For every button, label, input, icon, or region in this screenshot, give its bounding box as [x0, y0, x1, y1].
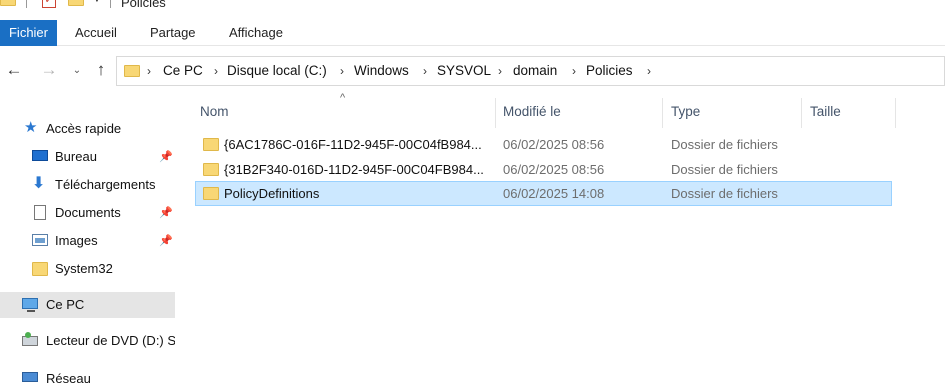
file-modified: 06/02/2025 08:56 — [503, 162, 605, 177]
document-icon — [34, 205, 46, 220]
sidebar-item-label: Accès rapide — [46, 121, 122, 136]
sidebar-item-label: Lecteur de DVD (D:) S — [46, 333, 175, 348]
file-list: ^ Nom Modifié le Type Taille {6AC1786C-0… — [190, 92, 945, 390]
window-title: Policies — [121, 0, 166, 10]
column-header-modifie-le[interactable]: Modifié le — [493, 98, 660, 128]
sidebar-item-label: System32 — [55, 261, 113, 276]
breadcrumb-ce-pc[interactable]: Ce PC — [163, 57, 203, 85]
tab-affichage[interactable]: Affichage — [221, 20, 291, 46]
chevron-right-icon[interactable]: › — [572, 57, 576, 85]
network-icon — [22, 372, 38, 382]
file-modified: 06/02/2025 14:08 — [503, 186, 605, 201]
download-icon: ⬇ — [32, 175, 46, 192]
pin-icon[interactable]: 📌 — [159, 228, 173, 254]
sidebar-item-label: Bureau — [55, 149, 97, 164]
column-header-taille[interactable]: Taille — [800, 98, 894, 128]
table-row[interactable]: {6AC1786C-016F-11D2-945F-00C04fB984... 0… — [195, 132, 892, 157]
chevron-right-icon[interactable]: › — [340, 57, 344, 85]
chevron-right-icon[interactable]: › — [423, 57, 427, 85]
arrow-left-icon[interactable]: ← — [4, 60, 24, 80]
sidebar-item-ce-pc[interactable]: Ce PC — [0, 292, 175, 318]
file-name: PolicyDefinitions — [224, 186, 320, 201]
pin-icon[interactable]: 📌 — [159, 144, 173, 170]
dropdown-arrow-icon[interactable]: ▼ — [92, 0, 102, 5]
desktop-icon — [32, 150, 48, 161]
arrow-right-icon[interactable]: → — [39, 60, 59, 80]
sidebar-item-documents[interactable]: Documents 📌 — [0, 200, 175, 226]
pin-icon[interactable]: 📌 — [159, 200, 173, 226]
sidebar-item-label: Documents — [55, 205, 121, 220]
sidebar-item-images[interactable]: Images 📌 — [0, 228, 175, 254]
breadcrumb-domain[interactable]: domain — [513, 57, 557, 85]
ribbon-tabs: Fichier Accueil Partage Affichage — [0, 20, 945, 46]
table-row[interactable]: PolicyDefinitions 06/02/2025 14:08 Dossi… — [195, 181, 892, 206]
file-name: {6AC1786C-016F-11D2-945F-00C04fB984... — [224, 137, 482, 152]
table-row[interactable]: {31B2F340-016D-11D2-945F-00C04FB984... 0… — [195, 157, 892, 182]
dvd-drive-icon — [22, 332, 38, 346]
folder-icon — [203, 187, 219, 200]
title-bar: ✓ ▼ Policies — [0, 0, 945, 18]
sidebar-item-acces-rapide[interactable]: ★ Accès rapide — [0, 116, 175, 142]
column-divider[interactable] — [895, 98, 896, 128]
column-header-type[interactable]: Type — [661, 98, 801, 128]
column-header-nom[interactable]: Nom — [190, 98, 495, 128]
chevron-down-icon[interactable]: ⌄ — [67, 65, 87, 76]
chevron-right-icon[interactable]: › — [214, 57, 218, 85]
file-name: {31B2F340-016D-11D2-945F-00C04FB984... — [224, 162, 484, 177]
tab-fichier[interactable]: Fichier — [0, 20, 57, 46]
folder-icon — [32, 262, 48, 276]
breadcrumb-sysvol[interactable]: SYSVOL — [437, 57, 491, 85]
chevron-right-icon[interactable]: › — [647, 57, 651, 85]
toolbar-separator — [110, 0, 111, 8]
sidebar-item-label: Ce PC — [46, 297, 85, 312]
folder-icon[interactable] — [0, 0, 16, 6]
folder-icon[interactable] — [68, 0, 84, 6]
chevron-right-icon[interactable]: › — [498, 57, 502, 85]
tab-partage[interactable]: Partage — [142, 20, 204, 46]
address-bar[interactable]: › Ce PC › Disque local (C:) › Windows › … — [116, 56, 945, 86]
navigation-row: ← → ⌄ ↑ › Ce PC › Disque local (C:) › Wi… — [0, 52, 945, 92]
folder-icon — [203, 163, 219, 176]
file-type: Dossier de fichiers — [671, 162, 778, 177]
breadcrumb-windows[interactable]: Windows — [354, 57, 409, 85]
sidebar-item-label: Réseau — [46, 371, 91, 386]
computer-icon — [22, 298, 38, 312]
pictures-icon — [32, 234, 48, 246]
toolbar-separator — [26, 0, 27, 8]
sidebar-item-system32[interactable]: System32 — [0, 256, 175, 282]
checkbox-icon[interactable]: ✓ — [42, 0, 56, 8]
sidebar-item-bureau[interactable]: Bureau 📌 — [0, 144, 175, 170]
breadcrumb-policies[interactable]: Policies — [586, 57, 633, 85]
sidebar-item-dvd-drive[interactable]: Lecteur de DVD (D:) S — [0, 328, 175, 354]
file-type: Dossier de fichiers — [671, 137, 778, 152]
sidebar-item-label: Téléchargements — [55, 177, 156, 192]
sidebar-item-reseau[interactable]: Réseau — [0, 366, 175, 390]
sidebar-item-telechargements[interactable]: ⬇ Téléchargements — [0, 172, 175, 198]
folder-icon — [203, 138, 219, 151]
arrow-up-icon[interactable]: ↑ — [91, 60, 111, 80]
chevron-right-icon[interactable]: › — [147, 57, 151, 85]
navigation-pane: ★ Accès rapide Bureau 📌 ⬇ Téléchargement… — [0, 94, 180, 390]
tab-accueil[interactable]: Accueil — [67, 20, 125, 46]
star-icon: ★ — [24, 119, 38, 136]
file-type: Dossier de fichiers — [671, 186, 778, 201]
sidebar-item-label: Images — [55, 233, 98, 248]
file-modified: 06/02/2025 08:56 — [503, 137, 605, 152]
breadcrumb-disque-local[interactable]: Disque local (C:) — [227, 57, 327, 85]
folder-icon — [124, 65, 140, 77]
